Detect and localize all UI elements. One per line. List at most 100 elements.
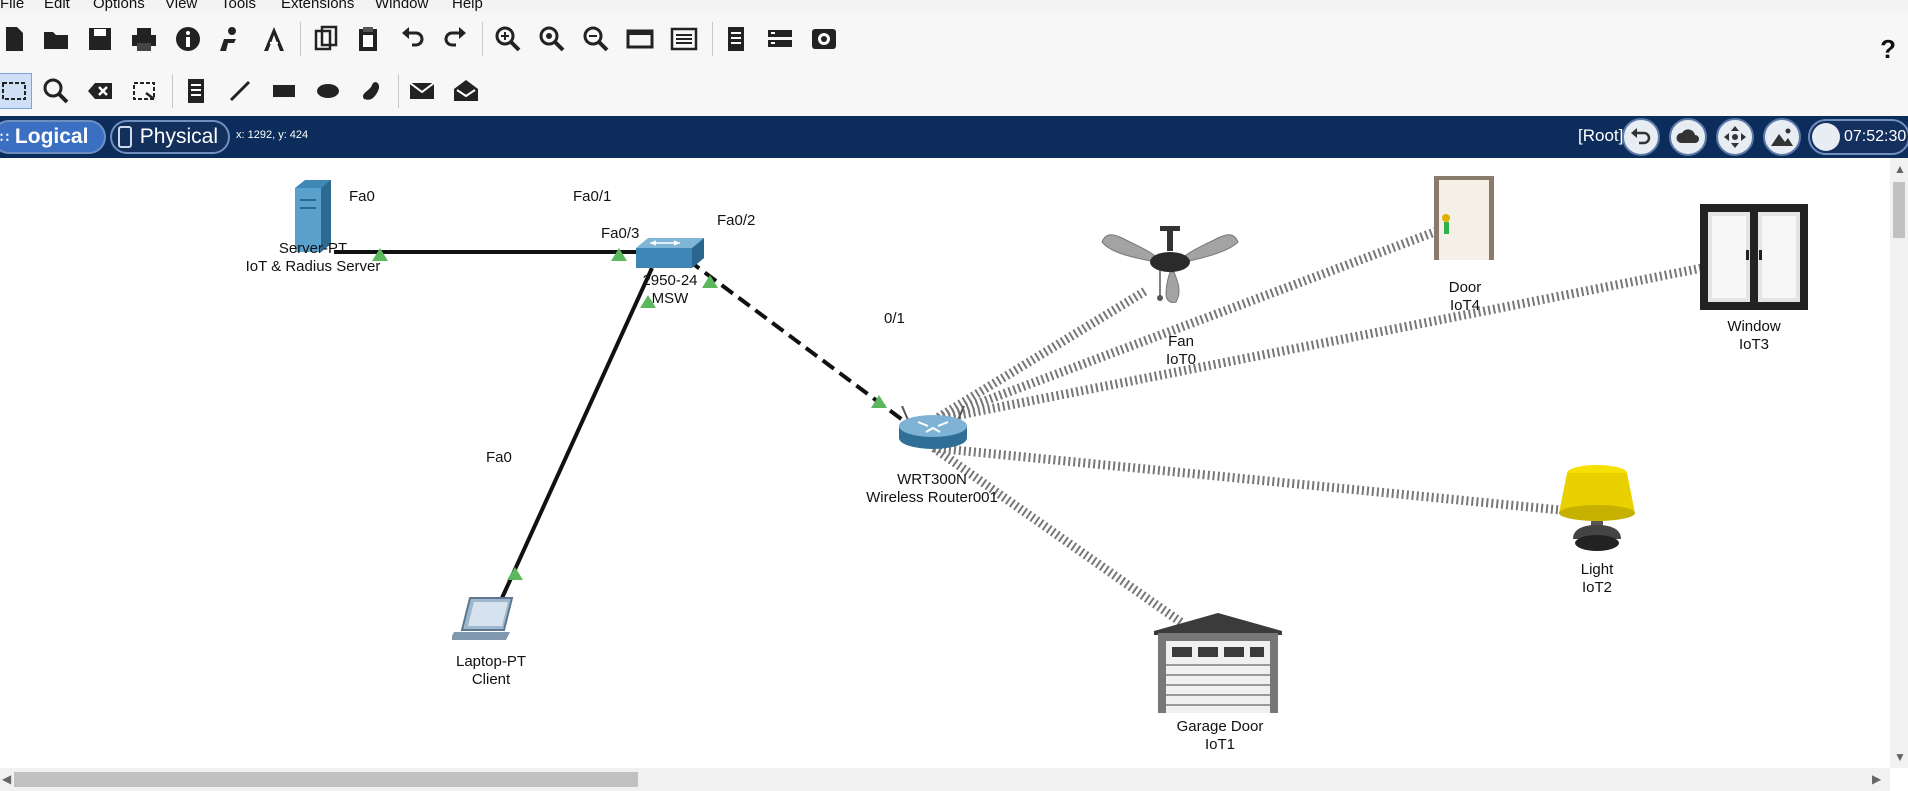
- window-device[interactable]: [1700, 204, 1808, 315]
- draw-line-icon[interactable]: [222, 73, 258, 109]
- light-label: Light IoT2: [1581, 561, 1614, 597]
- port-label-laptop-fa0: Fa0: [486, 449, 512, 466]
- router-name: Wireless Router001: [866, 489, 998, 506]
- open-folder-icon[interactable]: [38, 21, 74, 57]
- paste-icon[interactable]: [350, 21, 386, 57]
- viewport-icon[interactable]: [762, 21, 798, 57]
- scroll-down-icon[interactable]: ▼: [1894, 750, 1906, 764]
- logical-workspace-canvas[interactable]: Fa0 Fa0/1 Fa0/2 Fa0/3 0/1 Fa0 Server-PT …: [0, 158, 1908, 768]
- laptop-label: Laptop-PT Client: [456, 653, 526, 689]
- menu-help[interactable]: Help: [452, 0, 483, 12]
- draw-ellipse-icon[interactable]: [310, 73, 346, 109]
- fan-label: Fan IoT0: [1166, 333, 1196, 369]
- simple-pdu-icon[interactable]: [404, 73, 440, 109]
- window-label: Window IoT3: [1727, 318, 1780, 354]
- window-name: IoT3: [1738, 336, 1770, 353]
- switch-label: 2950-24 MSW: [642, 272, 697, 308]
- switch-name: MSW: [651, 290, 689, 307]
- scroll-right-icon[interactable]: ▶: [1872, 772, 1881, 786]
- new-file-icon[interactable]: [0, 21, 32, 57]
- print-icon[interactable]: [126, 21, 162, 57]
- garage-device[interactable]: [1154, 613, 1282, 718]
- screenshot-icon[interactable]: [806, 21, 842, 57]
- background-image-icon[interactable]: [1763, 118, 1801, 156]
- cursor-coordinates: x: 1292, y: 424: [236, 129, 309, 141]
- horizontal-scroll-thumb[interactable]: [14, 772, 638, 787]
- window-model: Window: [1727, 318, 1781, 335]
- laptop-model: Laptop-PT: [455, 653, 527, 670]
- help-button[interactable]: ?: [1880, 34, 1896, 65]
- menu-edit[interactable]: Edit: [44, 0, 70, 12]
- info-icon[interactable]: [170, 21, 206, 57]
- tab-physical[interactable]: Physical: [110, 120, 230, 154]
- menu-file[interactable]: File: [0, 0, 24, 12]
- laptop-icon: [450, 597, 514, 640]
- port-label-router-01: 0/1: [884, 310, 905, 327]
- light-model: Light: [1580, 561, 1614, 578]
- resize-shape-icon[interactable]: [126, 73, 162, 109]
- root-label[interactable]: [Root]: [1578, 126, 1623, 146]
- garage-model: Garage Door: [1176, 718, 1264, 735]
- tab-physical-label: Physical: [139, 125, 218, 148]
- cloud-icon[interactable]: [1669, 118, 1707, 156]
- door-label: Door IoT4: [1449, 279, 1482, 315]
- zoom-in-icon[interactable]: [490, 21, 526, 57]
- port-label-switch-fa01: Fa0/1: [573, 188, 612, 205]
- clock-pill[interactable]: 07:52:30: [1808, 119, 1908, 155]
- router-model: WRT300N: [897, 471, 967, 488]
- activity-wizard-icon[interactable]: [212, 21, 248, 57]
- inspect-tool-icon[interactable]: [38, 73, 74, 109]
- fan-device[interactable]: [1100, 226, 1260, 321]
- undo-icon[interactable]: [394, 21, 430, 57]
- freeform-icon[interactable]: [354, 73, 390, 109]
- move-icon[interactable]: [1716, 118, 1754, 156]
- switch-device[interactable]: [634, 236, 706, 277]
- vertical-scrollbar[interactable]: ▲ ▼: [1890, 158, 1908, 768]
- tool-toolbar: [0, 66, 1908, 117]
- zoom-reset-icon[interactable]: [534, 21, 570, 57]
- scroll-up-icon[interactable]: ▲: [1894, 162, 1906, 176]
- menu-bar: File Edit Options View Tools Extensions …: [0, 0, 1908, 12]
- router-device[interactable]: [896, 405, 970, 455]
- port-label-server-fa0: Fa0: [349, 188, 375, 205]
- menu-options[interactable]: Options: [93, 0, 145, 12]
- link-switch-laptop: [500, 267, 654, 599]
- copy-icon[interactable]: [308, 21, 344, 57]
- logical-icon: ∷: [0, 128, 9, 145]
- vertical-scroll-thumb[interactable]: [1893, 182, 1905, 238]
- door-device[interactable]: [1432, 174, 1496, 267]
- menu-view[interactable]: View: [165, 0, 197, 12]
- link-status-indicators: [372, 248, 887, 580]
- link-up-laptop-fa0: [507, 567, 523, 580]
- physical-icon: [118, 126, 132, 148]
- zoom-out-icon[interactable]: [578, 21, 614, 57]
- menu-extensions[interactable]: Extensions: [281, 0, 354, 12]
- pdu-list-icon[interactable]: [718, 21, 754, 57]
- back-icon[interactable]: [1622, 118, 1660, 156]
- switch-model: 2950-24: [642, 272, 698, 289]
- main-toolbar: ?: [0, 12, 1908, 67]
- save-icon[interactable]: [82, 21, 118, 57]
- scroll-left-icon[interactable]: ◀: [2, 772, 11, 786]
- menu-window[interactable]: Window: [375, 0, 428, 12]
- wireless-link-window: [933, 261, 1713, 425]
- draw-rectangle-icon[interactable]: [266, 73, 302, 109]
- drawing-palette-icon[interactable]: [622, 21, 658, 57]
- select-tool-icon[interactable]: [0, 73, 32, 109]
- redo-icon[interactable]: [438, 21, 474, 57]
- wireless-link-light: [933, 443, 1561, 515]
- tab-logical[interactable]: ∷ Logical: [0, 120, 106, 154]
- place-note-icon[interactable]: [178, 73, 214, 109]
- fan-name: IoT0: [1165, 351, 1197, 368]
- link-up-switch-fa01: [611, 248, 627, 261]
- laptop-device[interactable]: [450, 596, 532, 649]
- menu-tools[interactable]: Tools: [221, 0, 256, 12]
- complex-pdu-icon[interactable]: [448, 73, 484, 109]
- link-switch-router: [686, 258, 910, 426]
- custom-device-dialog-icon[interactable]: [666, 21, 702, 57]
- network-info-icon[interactable]: [256, 21, 292, 57]
- light-device[interactable]: [1555, 463, 1639, 560]
- horizontal-scrollbar[interactable]: ◀ ▶: [0, 768, 1890, 791]
- delete-tool-icon[interactable]: [82, 73, 118, 109]
- viewport-globe-icon: [1812, 123, 1840, 151]
